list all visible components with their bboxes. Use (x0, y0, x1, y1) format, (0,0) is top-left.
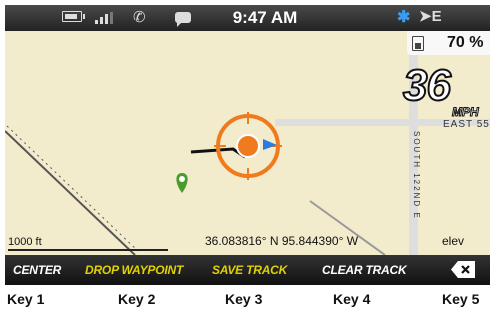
drop-waypoint-button[interactable]: DROP WAYPOINT (85, 263, 183, 277)
backspace-button[interactable] (450, 260, 476, 279)
battery-percent: 70 % (447, 34, 484, 51)
bluetooth-icon: ✱ (397, 9, 411, 26)
phone-icon: ✆ (133, 9, 146, 26)
street-label-south: SOUTH 122ND E (412, 131, 421, 220)
clear-track-button[interactable]: CLEAR TRACK (322, 263, 407, 277)
key-5-label: Key 5 (442, 291, 480, 307)
key-1-label: Key 1 (7, 291, 45, 307)
map-view[interactable]: 70 % 36 MPH EAST 55 SOUTH 122ND E 1000 f… (5, 31, 490, 255)
clock: 9:47 AM (232, 8, 298, 27)
battery-level-indicator: 70 % (407, 31, 490, 55)
street-label-east: EAST 55 (443, 119, 490, 130)
backspace-icon (451, 261, 475, 278)
center-button[interactable]: CENTER (13, 263, 61, 277)
elevation-label: elev (442, 234, 465, 248)
speed-value: 36 (402, 60, 452, 111)
signal-icon (95, 12, 117, 24)
battery-icon (62, 11, 85, 22)
speed-unit: MPH (452, 105, 480, 120)
position-marker (214, 112, 282, 180)
scale-line (8, 249, 168, 251)
key-4-label: Key 4 (333, 291, 371, 307)
heading-arrow-icon (263, 139, 277, 150)
railway-ties (6, 125, 139, 252)
data-e-icon: ➤E (419, 8, 442, 25)
scale-bar: 1000 ft (8, 236, 168, 251)
softkey-bar: CENTER DROP WAYPOINT SAVE TRACK CLEAR TR… (5, 255, 490, 285)
key-3-label: Key 3 (225, 291, 263, 307)
key-2-label: Key 2 (118, 291, 156, 307)
save-track-button[interactable]: SAVE TRACK (212, 263, 287, 277)
battery-icon (412, 36, 424, 51)
scale-label: 1000 ft (8, 236, 42, 248)
coordinates-readout: 36.083816° N 95.844390° W (205, 234, 359, 248)
chat-icon (175, 12, 191, 27)
waypoint-pin-icon (176, 173, 188, 193)
status-bar: ✆ 9:47 AM ✱ ➤E (5, 5, 490, 31)
